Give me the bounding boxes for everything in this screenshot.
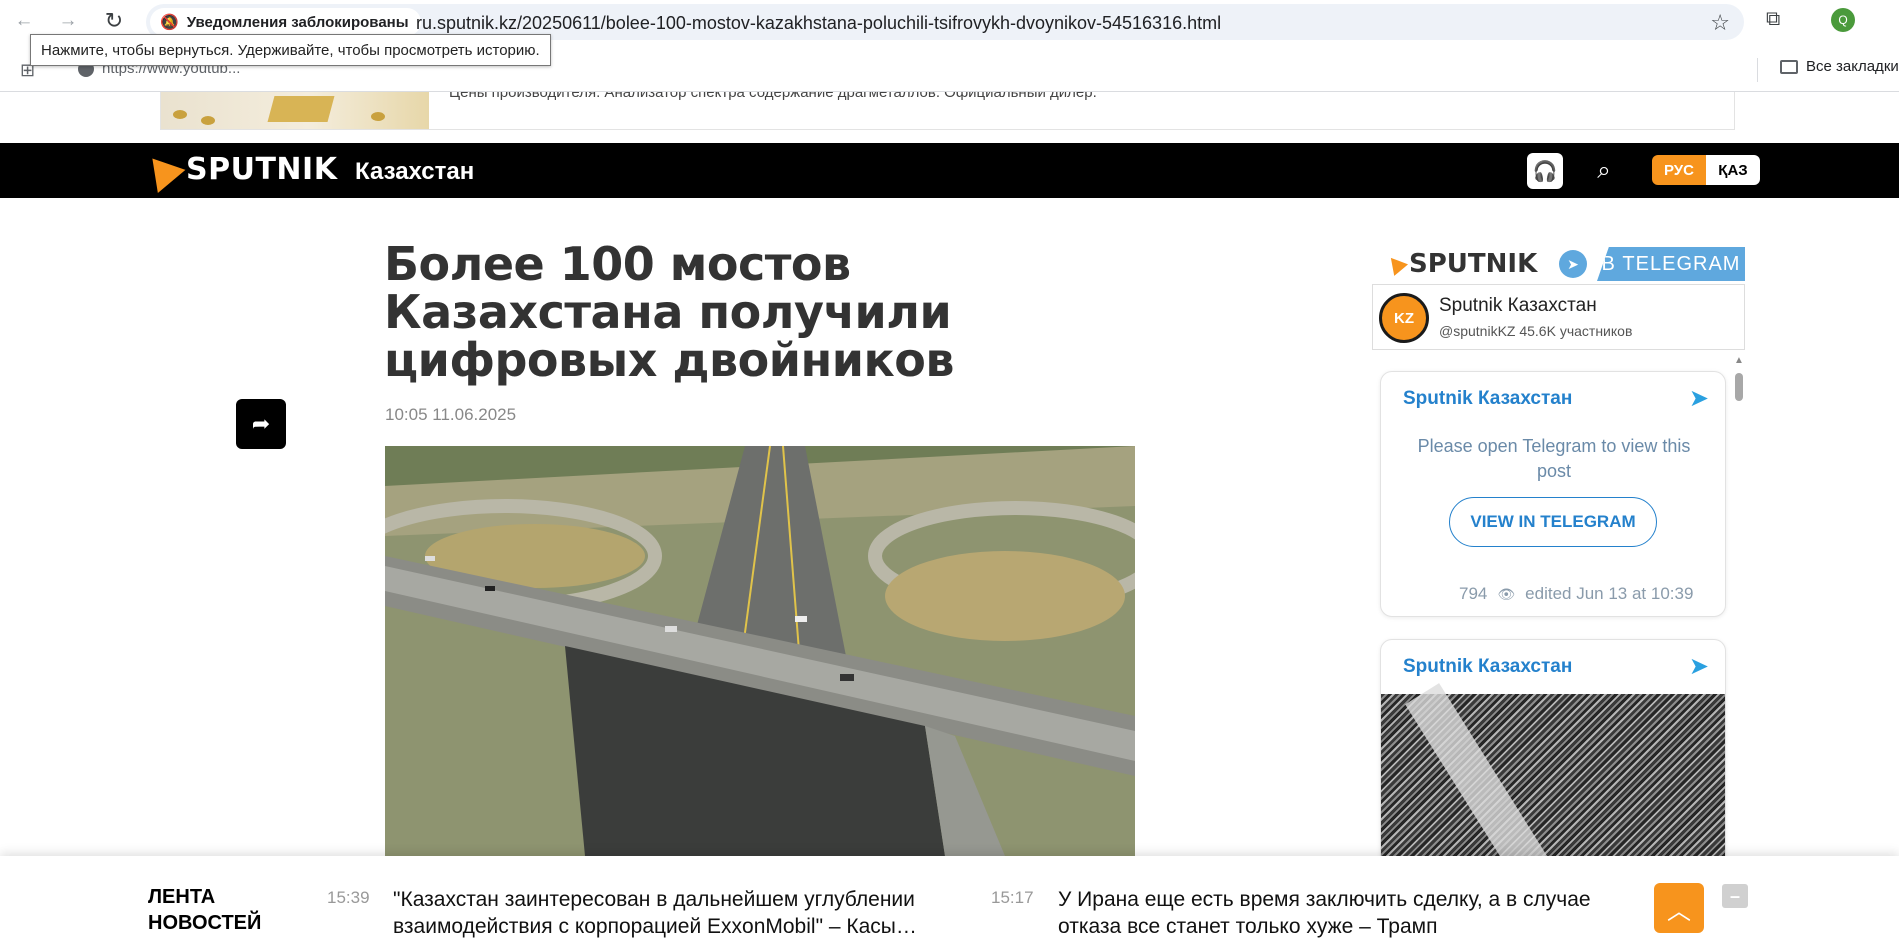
news-ticker: ЛЕНТА НОВОСТЕЙ 15:39 "Казахстан заинтере… (0, 856, 1899, 948)
folder-icon (1780, 59, 1798, 74)
ticker-headline[interactable]: "Казахстан заинтересован в дальнейшем уг… (393, 886, 953, 940)
telegram-banner[interactable]: SPUTNIK ➤ В TELEGRAM (1383, 247, 1745, 281)
telegram-banner-logo-text: SPUTNIK (1409, 249, 1538, 279)
channel-name: Sputnik Казахстан (1439, 295, 1597, 316)
minus-icon: – (1729, 885, 1740, 906)
region-name[interactable]: Казахстан (355, 158, 474, 186)
reload-icon: ↻ (104, 8, 124, 33)
ad-image (161, 92, 429, 129)
post-title[interactable]: Sputnik Казахстан (1403, 388, 1572, 410)
channel-subtitle: @sputnikKZ 45.6K участников (1439, 323, 1633, 339)
scroll-up-icon[interactable]: ▲ (1734, 355, 1744, 366)
all-bookmarks-label: Все закладки (1806, 58, 1899, 75)
post-title[interactable]: Sputnik Казахстан (1403, 656, 1572, 678)
telegram-post: Sputnik Казахстан ➤ (1380, 639, 1726, 857)
post-message: Please open Telegram to view this post (1417, 436, 1691, 481)
ad-banner[interactable]: Цены производителя. Анализатор спектра с… (160, 92, 1735, 130)
scroll-to-top-button[interactable]: ︿ (1654, 883, 1704, 933)
ticker-label[interactable]: ЛЕНТА НОВОСТЕЙ (148, 884, 288, 936)
browser-chrome: ← → ↻ 🔕 Уведомления заблокированы ru.spu… (0, 0, 1899, 92)
lang-rus[interactable]: РУС (1652, 155, 1706, 185)
share-button[interactable]: ➦ (236, 399, 286, 449)
channel-avatar: KZ (1379, 293, 1429, 343)
ticker-headline[interactable]: У Ирана еще есть время заключить сделку,… (1058, 886, 1618, 940)
bookmark-star-icon[interactable]: ☆ (1710, 10, 1730, 36)
article-title: Более 100 мостов Казахстана получили циф… (384, 237, 954, 387)
post-image[interactable] (1381, 683, 1725, 857)
image-streak (1405, 683, 1577, 857)
telegram-icon[interactable]: ➤ (1689, 384, 1709, 413)
url-text[interactable]: ru.sputnik.kz/20250611/bolee-100-mostov-… (416, 13, 1221, 34)
ticker-time: 15:39 (327, 888, 370, 907)
all-bookmarks-button[interactable]: Все закладки (1780, 58, 1899, 75)
lang-kaz[interactable]: ҚАЗ (1706, 155, 1760, 185)
scrollbar-thumb[interactable] (1735, 373, 1743, 401)
coin-shape (371, 112, 385, 121)
telegram-banner-label: В TELEGRAM (1597, 247, 1745, 281)
ad-text: Цены производителя. Анализатор спектра с… (449, 92, 1097, 101)
article-photo[interactable] (385, 446, 1135, 856)
notification-chip-label: Уведомления заблокированы (186, 13, 409, 31)
telegram-channel-card[interactable]: KZ Sputnik Казахстан @sputnikKZ 45.6K уч… (1372, 284, 1745, 350)
sputnik-logo-icon (1383, 252, 1409, 276)
headphones-icon: 🎧 (1532, 160, 1558, 183)
radio-button[interactable]: 🎧 (1527, 153, 1563, 189)
article-date: 10:05 11.06.2025 (385, 405, 517, 424)
back-tooltip: Нажмите, чтобы вернуться. Удерживайте, ч… (30, 34, 551, 66)
site-header: SPUTNIK Казахстан 🎧 ⌕ РУС ҚАЗ (0, 143, 1899, 198)
bookmarks-divider (1757, 58, 1758, 82)
post-edited: edited Jun 13 at 10:39 (1525, 584, 1694, 603)
telegram-post: Sputnik Казахстан ➤ Please open Telegram… (1380, 371, 1726, 617)
eye-icon: 👁 (1497, 585, 1516, 602)
collapse-ticker-button[interactable]: – (1722, 884, 1748, 908)
language-switch: РУС ҚАЗ (1652, 155, 1760, 185)
arrow-left-icon: ← (14, 10, 34, 31)
telegram-icon[interactable]: ➤ (1689, 652, 1709, 681)
post-meta: 794 👁 edited Jun 13 at 10:39 (1459, 584, 1693, 604)
telegram-plane-icon: ➤ (1559, 250, 1587, 278)
back-button[interactable]: ← (10, 8, 38, 34)
telegram-feed: Sputnik Казахстан ➤ Please open Telegram… (1372, 355, 1745, 857)
sputnik-logo-icon (138, 146, 186, 193)
reload-button[interactable]: ↻ (100, 8, 128, 34)
telegram-banner-logo: SPUTNIK (1383, 249, 1538, 279)
gold-bar-shape (267, 96, 335, 122)
highway-interchange-photo (385, 446, 1135, 856)
arrow-right-icon: → (58, 10, 78, 31)
coin-shape (201, 116, 215, 125)
feed-scrollbar[interactable]: ▲ (1732, 355, 1745, 857)
search-icon: ⌕ (1597, 157, 1611, 184)
extensions-icon[interactable]: ⧉ (1766, 8, 1780, 31)
post-views: 794 (1459, 584, 1488, 603)
coin-shape (173, 110, 187, 119)
logo-text: SPUTNIK (186, 152, 338, 187)
bell-off-icon: 🔕 (160, 14, 179, 31)
search-button[interactable]: ⌕ (1586, 153, 1622, 189)
ticker-time: 15:17 (991, 888, 1034, 907)
notification-chip[interactable]: 🔕 Уведомления заблокированы (150, 8, 421, 36)
sputnik-logo[interactable]: SPUTNIK (138, 146, 338, 193)
profile-avatar[interactable]: Q (1831, 8, 1855, 32)
share-arrow-icon: ➦ (251, 411, 271, 436)
chevron-up-icon: ︿ (1667, 897, 1691, 925)
forward-button[interactable]: → (54, 8, 82, 34)
view-in-telegram-button[interactable]: VIEW IN TELEGRAM (1449, 497, 1657, 547)
